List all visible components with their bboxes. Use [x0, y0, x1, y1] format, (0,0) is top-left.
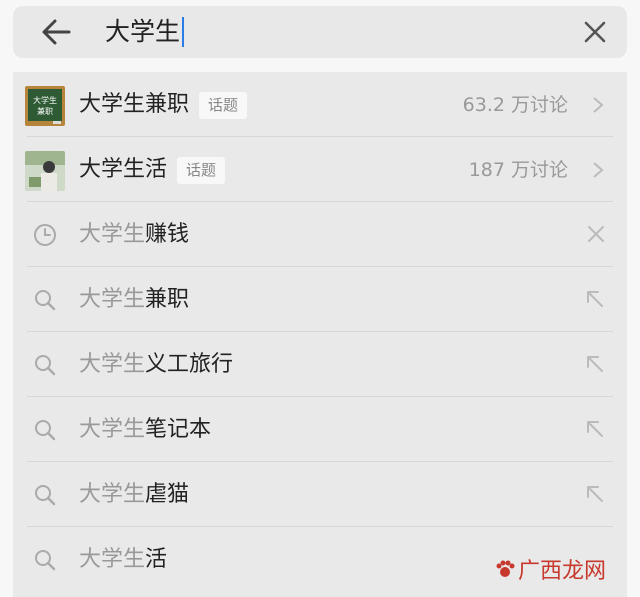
suggestion-prefix: 大学生: [79, 482, 146, 507]
search-input[interactable]: 大学生: [105, 16, 185, 48]
history-row[interactable]: 大学生赚钱: [13, 202, 627, 267]
suggestion-text: 大学生活: [79, 545, 167, 575]
suggestion-prefix: 大学生: [79, 287, 146, 312]
search-icon: [35, 290, 56, 311]
fill-query-arrow-icon[interactable]: [585, 354, 605, 374]
topic-title: 大学生活 话题: [79, 155, 226, 185]
suggestion-suffix: 虐猫: [145, 482, 190, 507]
suggestion-row[interactable]: 大学生笔记本: [13, 397, 627, 462]
topic-tag: 话题: [177, 156, 226, 184]
search-icon: [35, 355, 56, 376]
fill-query-arrow-icon[interactable]: [585, 289, 605, 309]
back-arrow-icon[interactable]: [41, 18, 71, 46]
suggestion-suffix: 义工旅行: [145, 352, 234, 377]
svg-text:兼职: 兼职: [37, 106, 53, 116]
suggestion-row[interactable]: 大学生兼职: [13, 267, 627, 332]
topic-title-text: 大学生活: [79, 157, 168, 182]
search-query-text: 大学生: [105, 17, 181, 46]
suggestion-list: 大学生 兼职 大学生兼职 话题 63.2 万讨论 大学生活 话题 187 万讨论…: [13, 72, 627, 597]
delete-history-icon[interactable]: [587, 225, 605, 243]
suggestion-prefix: 大学生: [79, 417, 146, 442]
text-caret: [182, 17, 185, 47]
suggestion-prefix: 大学生: [79, 222, 146, 247]
suggestion-suffix: 兼职: [145, 287, 190, 312]
topic-row[interactable]: 大学生 兼职 大学生兼职 话题 63.2 万讨论: [13, 72, 627, 137]
chevron-right-icon: [593, 162, 604, 178]
paw-logo-icon: [496, 560, 515, 577]
suggestion-text: 大学生赚钱: [79, 220, 189, 250]
search-icon: [35, 550, 56, 571]
suggestion-text: 大学生兼职: [79, 285, 189, 315]
watermark: 广西龙网: [494, 553, 606, 585]
discussion-count: 187 万讨论: [468, 159, 568, 181]
topic-tag: 话题: [199, 91, 248, 119]
clock-icon: [34, 224, 56, 246]
svg-text:大学生: 大学生: [33, 95, 57, 105]
suggestion-text: 大学生义工旅行: [79, 350, 233, 380]
topic-row[interactable]: 大学生活 话题 187 万讨论: [13, 137, 627, 202]
suggestion-row[interactable]: 大学生义工旅行: [13, 332, 627, 397]
fill-query-arrow-icon[interactable]: [585, 484, 605, 504]
watermark-text: 广西龙网: [517, 559, 606, 584]
suggestion-prefix: 大学生: [79, 352, 146, 377]
photo-thumbnail: [25, 151, 65, 191]
suggestion-prefix: 大学生: [79, 547, 146, 572]
discussion-count: 63.2 万讨论: [462, 94, 568, 116]
suggestion-row[interactable]: 大学生虐猫: [13, 462, 627, 527]
suggestion-suffix: 笔记本: [145, 417, 212, 442]
suggestion-text: 大学生虐猫: [79, 480, 189, 510]
fill-query-arrow-icon[interactable]: [585, 419, 605, 439]
search-icon: [35, 420, 56, 441]
search-icon: [35, 485, 56, 506]
topic-title-text: 大学生兼职: [79, 92, 190, 117]
suggestion-text: 大学生笔记本: [79, 415, 211, 445]
chevron-right-icon: [593, 97, 604, 113]
topic-title: 大学生兼职 话题: [79, 90, 248, 120]
clear-search-icon[interactable]: [583, 20, 607, 44]
suggestion-suffix: 活: [145, 547, 168, 572]
suggestion-suffix: 赚钱: [145, 222, 190, 247]
search-bar: 大学生: [13, 6, 627, 58]
chalkboard-thumbnail: 大学生 兼职: [25, 86, 65, 126]
